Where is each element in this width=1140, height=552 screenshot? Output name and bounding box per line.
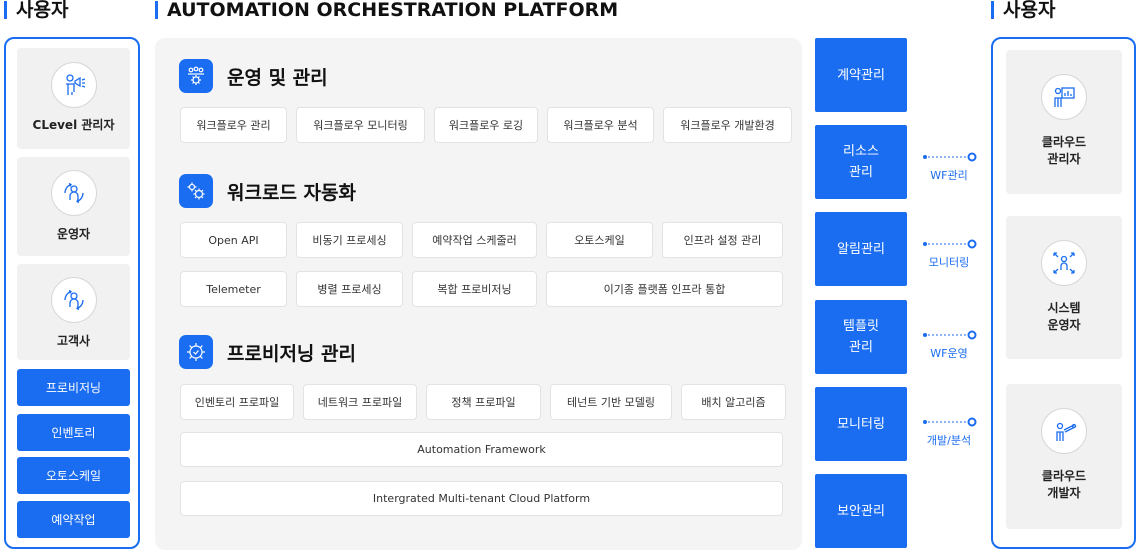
mgmt-security[interactable]: 보안관리 xyxy=(815,474,907,548)
user-label: 고객사 xyxy=(56,334,91,348)
user-card-cloud-admin: 클라우드 관리자 xyxy=(1006,50,1122,194)
header-accent-bar xyxy=(155,1,158,19)
chip-autoscale[interactable]: 오토스케일 xyxy=(546,222,653,258)
user-label: 시스템 운영자 xyxy=(1047,301,1081,332)
workload-chips-row2: Telemeter 병렬 프로세싱 복합 프로비저닝 이기종 플랫폼 인프라 통… xyxy=(180,271,783,307)
autoscale-button[interactable]: 오토스케일 xyxy=(17,457,130,494)
operations-chips: 워크플로우 관리 워크플로우 모니터링 워크플로우 로깅 워크플로우 분석 워크… xyxy=(180,107,792,143)
inventory-button[interactable]: 인벤토리 xyxy=(17,414,130,451)
section-provisioning: 프로비저닝 관리 xyxy=(179,335,356,369)
gear-check-icon xyxy=(179,335,213,369)
chip-workflow-monitoring[interactable]: 워크플로우 모니터링 xyxy=(296,107,425,143)
connector-label: WF관리 xyxy=(930,169,968,182)
user-card-clevel: CLevel 관리자 xyxy=(17,48,130,149)
platform-header-label: AUTOMATION ORCHESTRATION PLATFORM xyxy=(167,0,619,21)
chip-policy-profile[interactable]: 정책 프로파일 xyxy=(426,384,541,420)
chip-composite-provisioning[interactable]: 복합 프로비저닝 xyxy=(412,271,537,307)
chip-heterogeneous-integration[interactable]: 이기종 플랫폼 인프라 통합 xyxy=(546,271,783,307)
chip-network-profile[interactable]: 네트워크 프로파일 xyxy=(303,384,417,420)
chip-async-processing[interactable]: 비동기 프로세싱 xyxy=(296,222,403,258)
chip-telemeter[interactable]: Telemeter xyxy=(180,271,287,307)
provisioning-button[interactable]: 프로비저닝 xyxy=(17,369,130,406)
platform-panel: 운영 및 관리 워크플로우 관리 워크플로우 모니터링 워크플로우 로깅 워크플… xyxy=(155,38,802,550)
chip-workflow-analysis[interactable]: 워크플로우 분석 xyxy=(547,107,654,143)
provisioning-chips: 인벤토리 프로파일 네트워크 프로파일 정책 프로파일 테넌트 기반 모델링 배… xyxy=(180,384,786,420)
user-label: 클라우드 개발자 xyxy=(1041,469,1087,500)
mgmt-resource[interactable]: 리소스 관리 xyxy=(815,125,907,199)
section-title: 프로비저닝 관리 xyxy=(227,342,356,365)
header-accent-bar xyxy=(991,1,994,19)
person-dashboard-icon xyxy=(1041,74,1087,120)
presenter-megaphone-icon xyxy=(50,62,97,108)
cloud-platform-bar: Intergrated Multi-tenant Cloud Platform xyxy=(180,481,783,516)
chip-workflow-logging[interactable]: 워크플로우 로깅 xyxy=(434,107,538,143)
workload-chips-row1: Open API 비동기 프로세싱 예약작업 스케줄러 오토스케일 인프라 설정… xyxy=(180,222,783,258)
right-users-panel: 클라우드 관리자 시스템 운영자 클라우드 개발자 xyxy=(991,37,1136,549)
connector-label: WF운영 xyxy=(930,347,968,360)
right-users-header: 사용자 xyxy=(991,0,1055,22)
header-accent-bar xyxy=(4,1,7,19)
left-users-header: 사용자 xyxy=(4,0,68,22)
group-gear-icon xyxy=(179,59,213,93)
section-title: 워크로드 자동화 xyxy=(227,181,356,204)
connector-label: 개발/분석 xyxy=(926,434,972,447)
connector-wf-management: WF관리 xyxy=(921,151,977,183)
dotted-connector-line xyxy=(923,417,977,427)
chip-tenant-modeling[interactable]: 테넌트 기반 모델링 xyxy=(550,384,672,420)
user-card-cloud-developer: 클라우드 개발자 xyxy=(1006,384,1122,529)
chip-infra-config[interactable]: 인프라 설정 관리 xyxy=(662,222,783,258)
chip-job-scheduler[interactable]: 예약작업 스케줄러 xyxy=(412,222,537,258)
chip-inventory-profile[interactable]: 인벤토리 프로파일 xyxy=(180,384,294,420)
person-telescope-icon xyxy=(1041,408,1087,454)
user-card-system-operator: 시스템 운영자 xyxy=(1006,216,1122,359)
dotted-connector-line xyxy=(923,239,977,249)
user-card-customer: 고객사 xyxy=(17,264,130,360)
user-label: CLevel 관리자 xyxy=(32,118,115,132)
connector-dev-analysis: 개발/분석 xyxy=(921,416,977,448)
person-cycle-icon xyxy=(50,277,97,323)
connector-monitoring: 모니터링 xyxy=(921,238,977,270)
dotted-connector-line xyxy=(923,152,977,162)
left-users-header-label: 사용자 xyxy=(16,0,69,21)
connector-wf-operation: WF운영 xyxy=(921,329,977,361)
automation-framework-bar: Automation Framework xyxy=(180,432,783,467)
connector-label: 모니터링 xyxy=(928,256,970,269)
mgmt-template[interactable]: 템플릿 관리 xyxy=(815,300,907,374)
person-arrows-icon xyxy=(1041,240,1087,286)
user-card-operator: 운영자 xyxy=(17,157,130,256)
user-label: 운영자 xyxy=(56,227,91,241)
platform-header: AUTOMATION ORCHESTRATION PLATFORM xyxy=(155,0,618,22)
chip-parallel-processing[interactable]: 병렬 프로세싱 xyxy=(296,271,403,307)
chip-open-api[interactable]: Open API xyxy=(180,222,287,258)
mgmt-monitoring[interactable]: 모니터링 xyxy=(815,387,907,461)
section-title: 운영 및 관리 xyxy=(227,66,328,89)
gears-icon xyxy=(179,174,213,208)
user-label: 클라우드 관리자 xyxy=(1041,135,1087,166)
dotted-connector-line xyxy=(923,330,977,340)
chip-placement-algorithm[interactable]: 배치 알고리즘 xyxy=(681,384,786,420)
chip-workflow-management[interactable]: 워크플로우 관리 xyxy=(180,107,287,143)
scheduled-job-button[interactable]: 예약작업 xyxy=(17,501,130,538)
right-users-header-label: 사용자 xyxy=(1003,0,1056,21)
mgmt-alert[interactable]: 알림관리 xyxy=(815,212,907,286)
section-workload: 워크로드 자동화 xyxy=(179,174,356,208)
mgmt-contract[interactable]: 계약관리 xyxy=(815,38,907,112)
left-users-panel: CLevel 관리자 운영자 고객사 프로비저닝 인벤토리 오토스케일 예약작업 xyxy=(4,37,140,549)
person-cycle-icon xyxy=(50,170,97,216)
chip-workflow-dev-env[interactable]: 워크플로우 개발환경 xyxy=(663,107,792,143)
section-operations: 운영 및 관리 xyxy=(179,59,328,93)
